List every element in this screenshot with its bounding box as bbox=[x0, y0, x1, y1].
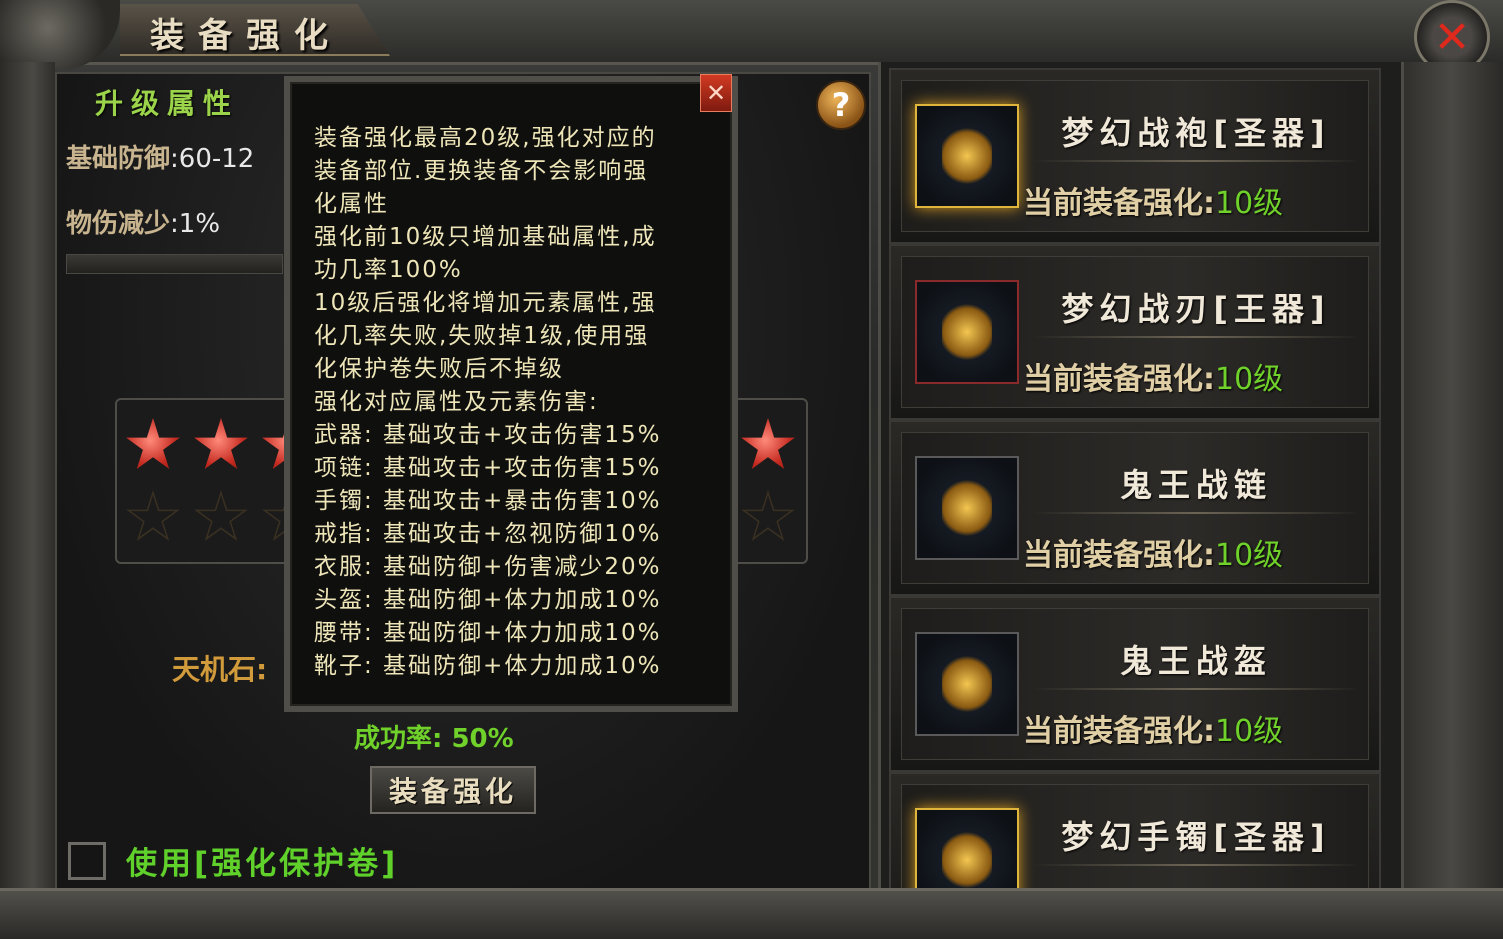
equipment-art bbox=[942, 302, 992, 362]
enhance-button[interactable]: 装备强化 bbox=[370, 766, 536, 814]
attribute-label: 基础防御 bbox=[66, 144, 171, 174]
enhance-level: 10级 bbox=[1215, 538, 1284, 573]
tooltip-close-button[interactable]: ✕ bbox=[700, 74, 732, 112]
enhance-status-label: 当前装备强化: bbox=[1023, 714, 1215, 749]
attribute-sep: : bbox=[170, 144, 179, 174]
success-rate: 成功率: 50% bbox=[354, 718, 514, 755]
enhance-level: 10级 bbox=[1215, 186, 1284, 221]
tooltip-line: 衣服: 基础防御+伤害减少20% bbox=[314, 554, 662, 580]
enhance-status-label: 当前装备强化: bbox=[1023, 538, 1215, 573]
right-border-ornament bbox=[1400, 62, 1503, 892]
tooltip-line: 戒指: 基础攻击+忽视防御10% bbox=[314, 521, 662, 547]
attribute-physical-reduction: 物伤减少:1% bbox=[66, 203, 220, 240]
attribute-value: 60-12 bbox=[178, 144, 255, 174]
equipment-card[interactable]: 梦幻手镯[圣器]当前装备强化:10级 bbox=[889, 772, 1381, 892]
tooltip-line: 靴子: 基础防御+体力加成10% bbox=[314, 653, 662, 679]
bottom-border bbox=[0, 888, 1503, 939]
star-empty-icon bbox=[741, 490, 795, 541]
star-filled-icon bbox=[741, 418, 795, 469]
protect-scroll-checkbox[interactable] bbox=[68, 842, 106, 880]
star-filled-icon bbox=[126, 418, 180, 469]
close-icon: ✕ bbox=[1433, 11, 1471, 63]
enhance-level: 10级 bbox=[1215, 362, 1284, 397]
success-rate-label: 成功率: bbox=[354, 724, 443, 754]
enhance-status-label: 当前装备强化: bbox=[1023, 186, 1215, 221]
enhance-level: 10级 bbox=[1215, 714, 1284, 749]
equipment-art bbox=[942, 830, 992, 890]
equipment-art bbox=[942, 126, 992, 186]
bracelet-icon bbox=[915, 808, 1019, 892]
equipment-name: 梦幻战刃[王器] bbox=[1061, 290, 1331, 328]
tooltip-line: 强化对应属性及元素伤害: bbox=[314, 389, 599, 415]
tooltip-line: 化属性 bbox=[314, 191, 389, 217]
equipment-name: 鬼王战盔 bbox=[1119, 642, 1272, 680]
card-divider bbox=[1031, 864, 1361, 866]
star-empty-icon bbox=[194, 490, 248, 541]
upgrade-attributes-header: 升级属性 bbox=[95, 87, 240, 120]
tooltip-line: 化保护卷失败后不掉级 bbox=[314, 356, 564, 382]
equipment-name: 梦幻手镯[圣器] bbox=[1061, 818, 1331, 856]
equipment-art bbox=[942, 654, 992, 714]
enhance-status-label: 当前装备强化: bbox=[1023, 362, 1215, 397]
equipment-enhance-status: 当前装备强化:10级 bbox=[1023, 178, 1283, 222]
attribute-label: 物伤减少 bbox=[66, 209, 171, 239]
necklace-icon bbox=[915, 456, 1019, 560]
tooltip-line: 装备强化最高20级,强化对应的 bbox=[314, 125, 657, 151]
armor-icon bbox=[915, 104, 1019, 208]
equipment-name: 鬼王战链 bbox=[1119, 466, 1272, 504]
equipment-card[interactable]: 梦幻战袍[圣器] 当前装备强化:10级 bbox=[889, 68, 1381, 244]
tooltip-line: 项链: 基础攻击+攻击伤害15% bbox=[314, 455, 662, 481]
tianji-stone-label: 天机石: bbox=[172, 653, 268, 686]
star-empty-icon bbox=[126, 490, 180, 541]
tooltip-line: 腰带: 基础防御+体力加成10% bbox=[314, 620, 662, 646]
card-divider bbox=[1031, 688, 1361, 690]
card-divider bbox=[1031, 512, 1361, 514]
equipment-enhance-status: 当前装备强化:10级 bbox=[1023, 354, 1283, 398]
tooltip-line: 头盔: 基础防御+体力加成10% bbox=[314, 587, 662, 613]
section-divider bbox=[66, 254, 283, 274]
equipment-enhance-status: 当前装备强化:10级 bbox=[1023, 530, 1283, 574]
tooltip-line: 强化前10级只增加基础属性,成 bbox=[314, 224, 657, 250]
attribute-base-defense: 基础防御:60-12 bbox=[66, 138, 254, 175]
protect-scroll-label[interactable]: 使用[强化保护卷] bbox=[126, 838, 398, 883]
window-title: 装备强化 bbox=[150, 16, 342, 56]
equipment-card[interactable]: 鬼王战盔当前装备强化:10级 bbox=[889, 596, 1381, 772]
tooltip-line: 手镯: 基础攻击+暴击伤害10% bbox=[314, 488, 662, 514]
star-filled-icon bbox=[194, 418, 248, 469]
star-box-right bbox=[726, 398, 808, 564]
equipment-enhance-status: 当前装备强化:10级 bbox=[1023, 706, 1283, 750]
help-button[interactable]: ? bbox=[816, 80, 866, 130]
equipment-list[interactable]: 梦幻战袍[圣器] 当前装备强化:10级 梦幻战刃[王器] 当前装备强化:10级 鬼王战链… bbox=[878, 62, 1404, 892]
close-icon: ✕ bbox=[705, 79, 727, 107]
equipment-art bbox=[942, 478, 992, 538]
equipment-card[interactable]: 鬼王战链当前装备强化:10级 bbox=[889, 420, 1381, 596]
tooltip-line: 10级后强化将增加元素属性,强 bbox=[314, 290, 657, 316]
helmet-icon bbox=[915, 632, 1019, 736]
card-divider bbox=[1031, 160, 1361, 162]
blade-icon bbox=[915, 280, 1019, 384]
attribute-value: 1% bbox=[178, 209, 221, 239]
attribute-sep: : bbox=[170, 209, 179, 239]
success-rate-value: 50% bbox=[451, 724, 514, 754]
star-box-left bbox=[115, 398, 316, 564]
tooltip-line: 化几率失败,失败掉1级,使用强 bbox=[314, 323, 650, 349]
left-border-ornament bbox=[0, 62, 55, 888]
question-icon: ? bbox=[831, 86, 851, 124]
tooltip-line: 武器: 基础攻击+攻击伤害15% bbox=[314, 422, 662, 448]
equipment-card[interactable]: 梦幻战刃[王器] 当前装备强化:10级 bbox=[889, 244, 1381, 420]
card-divider bbox=[1031, 336, 1361, 338]
tooltip-line: 功几率100% bbox=[314, 257, 463, 283]
tooltip-line: 装备部位.更换装备不会影响强 bbox=[314, 158, 649, 184]
equipment-name: 梦幻战袍[圣器] bbox=[1061, 114, 1331, 152]
